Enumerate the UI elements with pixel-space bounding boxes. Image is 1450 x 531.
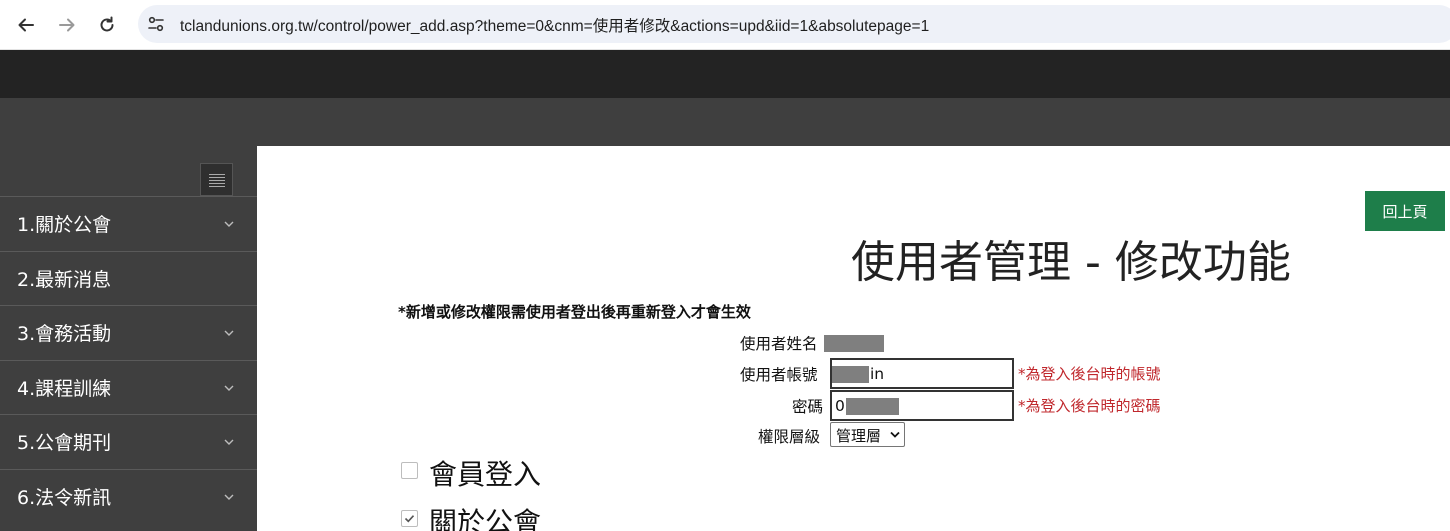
back-arrow-icon[interactable] (13, 12, 39, 38)
password-value: 0 (835, 397, 845, 415)
site-sub-bar (0, 98, 1450, 146)
sidebar-item-label: 3.會務活動 (17, 323, 112, 345)
level-select-value: 管理層 (836, 427, 882, 445)
sidebar-item-label: 2.最新消息 (17, 269, 112, 291)
sidebar: 1.關於公會 2.最新消息 3.會務活動 4.課程訓練 5.公會期刊 6.法令新… (0, 146, 257, 531)
level-label: 權限層級 (758, 428, 821, 446)
sidebar-item-activities[interactable]: 3.會務活動 (0, 305, 257, 360)
sidebar-item-news[interactable]: 2.最新消息 (0, 251, 257, 306)
back-button[interactable]: 回上頁 (1365, 191, 1445, 231)
redacted-password (846, 398, 899, 415)
password-label: 密碼 (792, 398, 824, 416)
site-settings-icon[interactable] (147, 15, 165, 33)
account-value: in (870, 365, 885, 383)
checkmark-icon (404, 515, 415, 523)
chevron-down-icon (224, 330, 234, 336)
reload-icon[interactable] (94, 12, 120, 38)
site-top-bar (0, 50, 1450, 98)
main-content: 回上頁 使用者管理 - 修改功能 *新增或修改權限需使用者登出後再重新登入才會生… (257, 146, 1450, 531)
sidebar-item-label: 1.關於公會 (17, 214, 112, 236)
account-input[interactable]: in (830, 358, 1014, 389)
redacted-account (832, 366, 869, 383)
name-label: 使用者姓名 (740, 335, 818, 353)
level-select[interactable]: 管理層 (830, 422, 905, 447)
sidebar-item-label: 4.課程訓練 (17, 378, 112, 400)
notice-text: *新增或修改權限需使用者登出後再重新登入才會生效 (398, 303, 751, 321)
permission-label: 關於公會 (429, 506, 542, 531)
permission-checkbox-about[interactable] (401, 510, 418, 527)
permission-label: 會員登入 (429, 458, 542, 491)
forward-arrow-icon[interactable] (54, 12, 80, 38)
chevron-down-icon (224, 221, 234, 227)
menu-toggle-icon[interactable] (200, 163, 233, 196)
sidebar-item-regulations[interactable]: 6.法令新訊 (0, 469, 257, 524)
password-hint: *為登入後台時的密碼 (1018, 397, 1161, 415)
url-text[interactable]: tclandunions.org.tw/control/power_add.as… (180, 14, 929, 36)
account-hint: *為登入後台時的帳號 (1018, 365, 1161, 383)
chevron-down-icon (224, 494, 234, 500)
account-label: 使用者帳號 (740, 366, 818, 384)
sidebar-item-journal[interactable]: 5.公會期刊 (0, 414, 257, 469)
chevron-down-icon (890, 431, 900, 438)
sidebar-item-courses[interactable]: 4.課程訓練 (0, 360, 257, 415)
page-title: 使用者管理 - 修改功能 (851, 237, 1291, 288)
chevron-down-icon (224, 385, 234, 391)
redacted-name (824, 335, 884, 352)
browser-toolbar: tclandunions.org.tw/control/power_add.as… (0, 0, 1450, 50)
password-input[interactable]: 0 (830, 390, 1014, 421)
sidebar-item-about[interactable]: 1.關於公會 (0, 196, 257, 251)
sidebar-item-label: 5.公會期刊 (17, 432, 112, 454)
sidebar-item-label: 6.法令新訊 (17, 487, 112, 509)
chevron-down-icon (224, 439, 234, 445)
address-bar[interactable]: tclandunions.org.tw/control/power_add.as… (138, 5, 1450, 43)
permission-checkbox-member-login[interactable] (401, 462, 418, 479)
